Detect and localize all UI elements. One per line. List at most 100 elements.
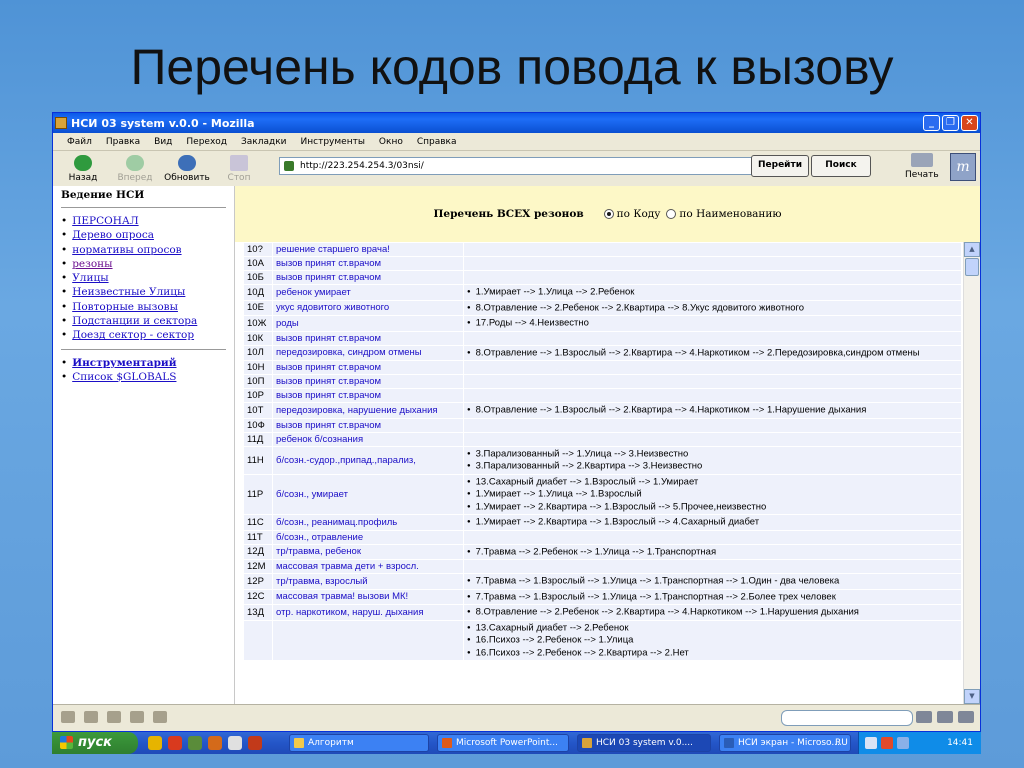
quicklaunch-icon[interactable] (248, 736, 262, 750)
reason-name-link[interactable]: массовая травма дети + взросл. (273, 560, 463, 574)
reason-name-link[interactable]: массовая травма! вызови МК! (273, 589, 463, 605)
reason-code: 12Д (244, 544, 272, 560)
reason-name-link[interactable]: б/созн., умирает (273, 474, 463, 515)
composer-icon[interactable] (107, 711, 121, 723)
language-indicator[interactable]: RU (835, 732, 848, 754)
scroll-up-icon[interactable]: ▲ (964, 242, 980, 257)
task-button-algorithm[interactable]: Алгоритм (289, 734, 429, 752)
path-item: 1.Умирает --> 1.Улица --> 1.Взрослый (467, 488, 958, 501)
address-book-icon[interactable] (130, 711, 144, 723)
table-row: 13.Сахарный диабет --> 2.Ребенок16.Психо… (244, 620, 961, 661)
table-row: 10Ф вызов принят ст.врачом (244, 418, 961, 432)
network-icon[interactable] (897, 737, 909, 749)
tray-icon[interactable] (865, 737, 877, 749)
reason-name-link[interactable]: вызов принят ст.врачом (273, 271, 463, 284)
forward-button[interactable]: Вперед (113, 154, 157, 183)
go-button[interactable]: Перейти (751, 155, 809, 177)
maximize-button[interactable]: ❐ (942, 115, 959, 131)
link-unknown-streets[interactable]: Неизвестные Улицы (72, 286, 185, 298)
link-reasons[interactable]: резоны (72, 258, 112, 270)
reason-name-link[interactable]: тр/травма, взрослый (273, 574, 463, 589)
reason-name-link[interactable]: б/созн.-судор.,припад.,парализ, (273, 446, 463, 474)
task-button-powerpoint[interactable]: Microsoft PowerPoint... (437, 734, 569, 752)
menu-file[interactable]: Файл (67, 137, 92, 147)
reason-code (244, 620, 272, 661)
close-button[interactable]: ✕ (961, 115, 978, 131)
reason-name-link[interactable]: вызов принят ст.врачом (273, 331, 463, 345)
reason-name-link[interactable]: б/созн., отравление (273, 530, 463, 544)
stop-button[interactable]: Стоп (217, 154, 261, 183)
menu-edit[interactable]: Правка (106, 137, 140, 147)
link-substations[interactable]: Подстанции и сектора (72, 315, 197, 327)
back-button[interactable]: Назад (61, 154, 105, 183)
menu-window[interactable]: Окно (379, 137, 403, 147)
path-list: 7.Травма --> 1.Взрослый --> 1.Улица --> … (467, 575, 958, 588)
reason-paths (464, 375, 961, 389)
reason-code: 11Т (244, 530, 272, 544)
url-input[interactable]: http://223.254.254.3/03nsi/ (279, 157, 777, 175)
sidebar-tools: Инструментарий Список $GLOBALS (53, 356, 234, 385)
system-tray: RU 14:41 (835, 732, 981, 754)
reason-name-link[interactable]: ребенок б/сознания (273, 432, 463, 446)
task-button-nsi-mozilla[interactable]: НСИ 03 system v.0.... (577, 734, 711, 752)
antivirus-icon[interactable] (881, 737, 893, 749)
main-panel: Перечень ВСЕХ резонов по Коду по Наимено… (235, 186, 980, 704)
path-item: 7.Травма --> 1.Взрослый --> 1.Улица --> … (467, 591, 958, 604)
reason-code: 10Ж (244, 316, 272, 331)
sort-by-code-radio[interactable] (603, 209, 614, 219)
title-bar[interactable]: НСИ 03 system v.0.0 - Mozilla _ ❐ ✕ (53, 113, 980, 133)
scroll-down-icon[interactable]: ▼ (964, 689, 980, 704)
quicklaunch-icon[interactable] (188, 736, 202, 750)
search-button[interactable]: Поиск (811, 155, 871, 177)
reason-name-link[interactable]: передозировка, нарушение дыхания (273, 403, 463, 418)
vertical-scrollbar[interactable]: ▲ ▼ (963, 242, 980, 704)
link-survey-norms[interactable]: нормативы опросов (72, 244, 181, 256)
link-tools[interactable]: Инструментарий (72, 357, 176, 369)
chat-icon[interactable] (153, 711, 167, 723)
reason-name-link[interactable]: укус ядовитого животного (273, 300, 463, 316)
print-button[interactable]: Печать (905, 153, 939, 180)
navigator-icon[interactable] (61, 711, 75, 723)
reason-name-link[interactable]: роды (273, 316, 463, 331)
minimize-button[interactable]: _ (923, 115, 940, 131)
link-personnel[interactable]: ПЕРСОНАЛ (72, 215, 138, 227)
sort-by-name-radio[interactable] (666, 209, 677, 219)
menu-tools[interactable]: Инструменты (301, 137, 365, 147)
reason-name-link[interactable]: отр. наркотиком, наруш. дыхания (273, 605, 463, 620)
quicklaunch-icon[interactable] (148, 736, 162, 750)
reason-paths: 8.Отравление --> 2.Ребенок --> 2.Квартир… (464, 300, 961, 316)
reason-name-link[interactable]: вызов принят ст.врачом (273, 257, 463, 270)
reason-code: 10Н (244, 361, 272, 375)
reason-name-link[interactable]: вызов принят ст.врачом (273, 389, 463, 403)
link-repeat-calls[interactable]: Повторные вызовы (72, 301, 178, 313)
reason-code: 10П (244, 375, 272, 389)
reason-name-link[interactable]: вызов принят ст.врачом (273, 361, 463, 375)
mail-icon[interactable] (84, 711, 98, 723)
start-button[interactable]: пуск (52, 732, 138, 754)
reload-button[interactable]: Обновить (164, 154, 210, 183)
reason-name-link[interactable]: вызов принят ст.врачом (273, 375, 463, 389)
menu-help[interactable]: Справка (417, 137, 457, 147)
reason-name-link[interactable]: вызов принят ст.врачом (273, 418, 463, 432)
table-row: 12М массовая травма дети + взросл. (244, 560, 961, 574)
quicklaunch-icon[interactable] (208, 736, 222, 750)
reason-name-link[interactable]: решение старшего врача! (273, 243, 463, 256)
link-sector-travel[interactable]: Доезд сектор - сектор (72, 329, 194, 341)
scroll-thumb[interactable] (965, 258, 979, 276)
link-globals[interactable]: Список $GLOBALS (72, 371, 176, 383)
quicklaunch-icon[interactable] (228, 736, 242, 750)
link-survey-tree[interactable]: Дерево опроса (72, 229, 154, 241)
reason-name-link[interactable]: передозировка, синдром отмены (273, 345, 463, 361)
menu-bookmarks[interactable]: Закладки (241, 137, 287, 147)
sort-by-name-label: по Наименованию (679, 208, 782, 220)
reason-name-link[interactable]: тр/травма, ребенок (273, 544, 463, 560)
reason-name-link[interactable]: ребенок умирает (273, 285, 463, 300)
menu-view[interactable]: Вид (154, 137, 172, 147)
link-streets[interactable]: Улицы (72, 272, 108, 284)
reason-name-link[interactable] (273, 620, 463, 661)
task-button-nsi-word[interactable]: НСИ экран - Microso... (719, 734, 851, 752)
reason-name-link[interactable]: б/созн., реанимац.профиль (273, 515, 463, 530)
menu-go[interactable]: Переход (186, 137, 227, 147)
reason-paths (464, 271, 961, 284)
quicklaunch-icon[interactable] (168, 736, 182, 750)
